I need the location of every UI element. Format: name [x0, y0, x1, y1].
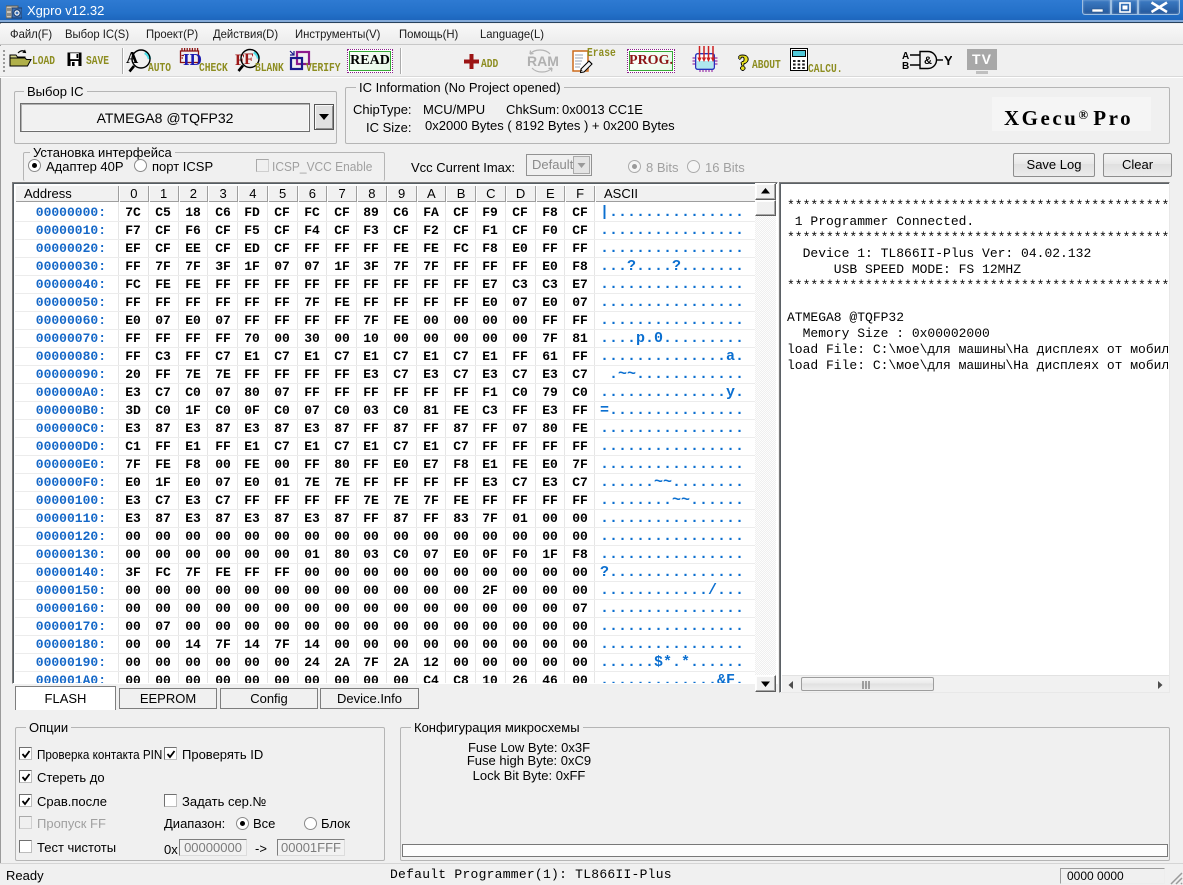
svg-text:Y: Y: [944, 53, 952, 68]
svg-text:F: F: [244, 51, 254, 68]
svg-text:RAM: RAM: [527, 53, 558, 69]
svg-text:B: B: [902, 61, 909, 70]
svg-text:&: &: [924, 55, 932, 67]
